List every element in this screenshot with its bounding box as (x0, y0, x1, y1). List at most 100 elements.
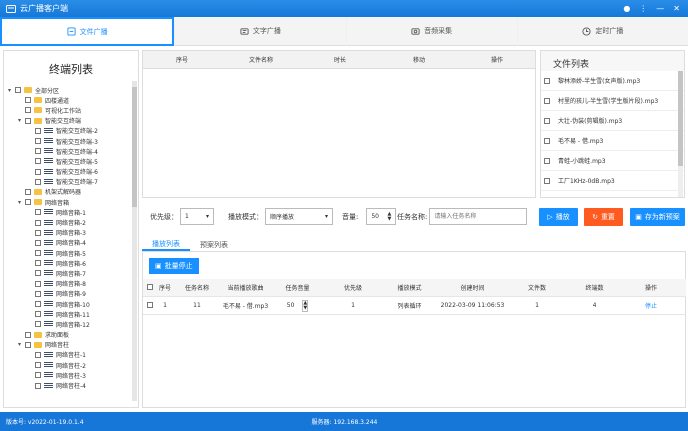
node-checkbox[interactable] (35, 127, 41, 134)
node-checkbox[interactable] (35, 239, 41, 246)
expand-arrow-icon[interactable]: ▾ (18, 199, 25, 206)
node-checkbox[interactable] (35, 290, 41, 297)
tree-node[interactable]: 网络音箱-3 (8, 228, 138, 238)
tree-node[interactable]: ▾ 智能交互终端 (8, 116, 138, 126)
tree-node[interactable]: 智能交互终端-7 (8, 177, 138, 187)
tree-node[interactable]: 网络音箱-8 (8, 279, 138, 289)
tree-node[interactable]: ▾ 网络音柱 (8, 340, 138, 350)
list-item[interactable]: 毛不易 - 借.mp3 (541, 131, 684, 151)
node-checkbox[interactable] (35, 260, 41, 267)
node-checkbox[interactable] (35, 148, 41, 155)
tree-node[interactable]: 智能交互终端-4 (8, 146, 138, 156)
tab-playlist[interactable]: 播放列表 (142, 238, 190, 251)
tree-node[interactable]: 网络音箱-5 (8, 248, 138, 258)
tree-node[interactable]: 网络音箱-7 (8, 268, 138, 278)
tree-node[interactable]: 可视化工作站 (8, 105, 138, 115)
tree-node[interactable]: 网络音柱-1 (8, 350, 138, 360)
priority-select[interactable]: 1 ▾ (180, 208, 214, 225)
node-checkbox[interactable] (35, 351, 41, 358)
select-all-checkbox[interactable] (146, 283, 153, 290)
file-checkbox[interactable] (544, 177, 550, 184)
stop-task-link[interactable]: 停止 (623, 301, 679, 310)
node-checkbox[interactable] (35, 301, 41, 308)
expand-arrow-icon[interactable]: ▾ (18, 341, 25, 348)
menu-icon[interactable]: ⋮ (639, 4, 647, 13)
play-button[interactable]: ▷ 播放 (539, 208, 578, 226)
terminal-scrollbar[interactable] (132, 81, 137, 401)
list-item[interactable]: 黎林添娇-半生雪(女声版).mp3 (541, 71, 684, 91)
node-checkbox[interactable] (35, 138, 41, 145)
list-item[interactable]: 青蛙-小跳蛙.mp3 (541, 151, 684, 171)
node-checkbox[interactable] (35, 219, 41, 226)
node-checkbox[interactable] (35, 209, 41, 216)
node-checkbox[interactable] (25, 331, 31, 338)
file-checkbox[interactable] (544, 117, 550, 124)
node-checkbox[interactable] (25, 107, 31, 114)
tab-presets[interactable]: 预案列表 (190, 238, 238, 251)
list-item[interactable]: 村里的孩儿-半生雪(学生版片段).mp3 (541, 91, 684, 111)
file-checkbox[interactable] (544, 157, 550, 164)
row-checkbox[interactable] (146, 301, 153, 308)
mode-select[interactable]: 顺序播放 ▾ (265, 208, 333, 225)
tree-node[interactable]: 网络音柱-3 (8, 370, 138, 380)
expand-arrow-icon[interactable]: ▾ (8, 87, 15, 94)
node-checkbox[interactable] (25, 199, 31, 206)
node-checkbox[interactable] (25, 188, 31, 195)
stepper-arrows-icon[interactable]: ▲ ▼ (302, 299, 309, 312)
file-checkbox[interactable] (544, 137, 550, 144)
reset-button[interactable]: ↻ 重置 (584, 208, 623, 226)
tree-node[interactable]: ▾ 全部分区 (8, 85, 138, 95)
tree-node[interactable]: 网络音箱-4 (8, 238, 138, 248)
save-preset-button[interactable]: ▣ 存为新预案 (630, 208, 685, 226)
node-checkbox[interactable] (25, 341, 31, 348)
tree-node[interactable]: 网络音柱-2 (8, 360, 138, 370)
select-all-cell[interactable] (143, 283, 156, 292)
tree-node[interactable]: 网络音箱-11 (8, 309, 138, 319)
expand-arrow-icon[interactable]: ▾ (18, 117, 25, 124)
user-icon[interactable]: ● (623, 4, 630, 13)
list-item[interactable]: 大壮-伪装(剪辑版).mp3 (541, 111, 684, 131)
tree-node[interactable]: 智能交互终端-6 (8, 167, 138, 177)
stepper-arrows-icon[interactable]: ▲ ▼ (388, 211, 392, 222)
tree-node[interactable]: 网络音箱-12 (8, 319, 138, 329)
tree-node[interactable]: 网络音柱-4 (8, 380, 138, 390)
file-checkbox[interactable] (544, 77, 550, 84)
node-checkbox[interactable] (25, 117, 31, 124)
tree-node[interactable]: 智能交互终端-5 (8, 156, 138, 166)
node-checkbox[interactable] (35, 250, 41, 257)
tab-file-broadcast[interactable]: 文件广播 (0, 17, 175, 46)
cell-task-volume[interactable]: 50 ▲ ▼ (271, 299, 324, 312)
node-checkbox[interactable] (35, 372, 41, 379)
tree-node[interactable]: 网络音箱-6 (8, 258, 138, 268)
file-checkbox[interactable] (544, 97, 550, 104)
node-checkbox[interactable] (25, 97, 31, 104)
tree-node[interactable]: 网络音箱-9 (8, 289, 138, 299)
node-checkbox[interactable] (35, 362, 41, 369)
tab-text-broadcast[interactable]: 文字广播 (175, 17, 346, 46)
tree-node[interactable]: 求助面板 (8, 330, 138, 340)
tree-node[interactable]: 网络音箱-1 (8, 207, 138, 217)
row-select-cell[interactable] (143, 301, 156, 310)
node-checkbox[interactable] (35, 229, 41, 236)
close-icon[interactable]: ✕ (673, 4, 680, 13)
batch-stop-button[interactable]: ▣ 批量停止 (149, 258, 199, 274)
task-name-input[interactable] (429, 208, 528, 225)
tree-node[interactable]: ▾ 网络音箱 (8, 197, 138, 207)
tree-node[interactable]: 网络音箱-2 (8, 217, 138, 227)
tab-audio-capture[interactable]: 音频采集 (346, 17, 517, 46)
node-checkbox[interactable] (35, 158, 41, 165)
minimize-icon[interactable]: — (656, 4, 664, 13)
node-checkbox[interactable] (15, 87, 21, 94)
node-checkbox[interactable] (35, 382, 41, 389)
node-checkbox[interactable] (35, 321, 41, 328)
tree-node[interactable]: 四楼通道 (8, 95, 138, 105)
file-list-scrollbar[interactable] (678, 71, 683, 197)
volume-stepper[interactable]: 50 ▲ ▼ (366, 208, 397, 225)
tree-node[interactable]: 网络音箱-10 (8, 299, 138, 309)
node-checkbox[interactable] (35, 168, 41, 175)
tree-node[interactable]: 机架式解码器 (8, 187, 138, 197)
list-item[interactable]: 工厂1KHz-0dB.mp3 (541, 171, 684, 191)
node-checkbox[interactable] (35, 270, 41, 277)
tree-node[interactable]: 智能交互终端-2 (8, 126, 138, 136)
node-checkbox[interactable] (35, 178, 41, 185)
